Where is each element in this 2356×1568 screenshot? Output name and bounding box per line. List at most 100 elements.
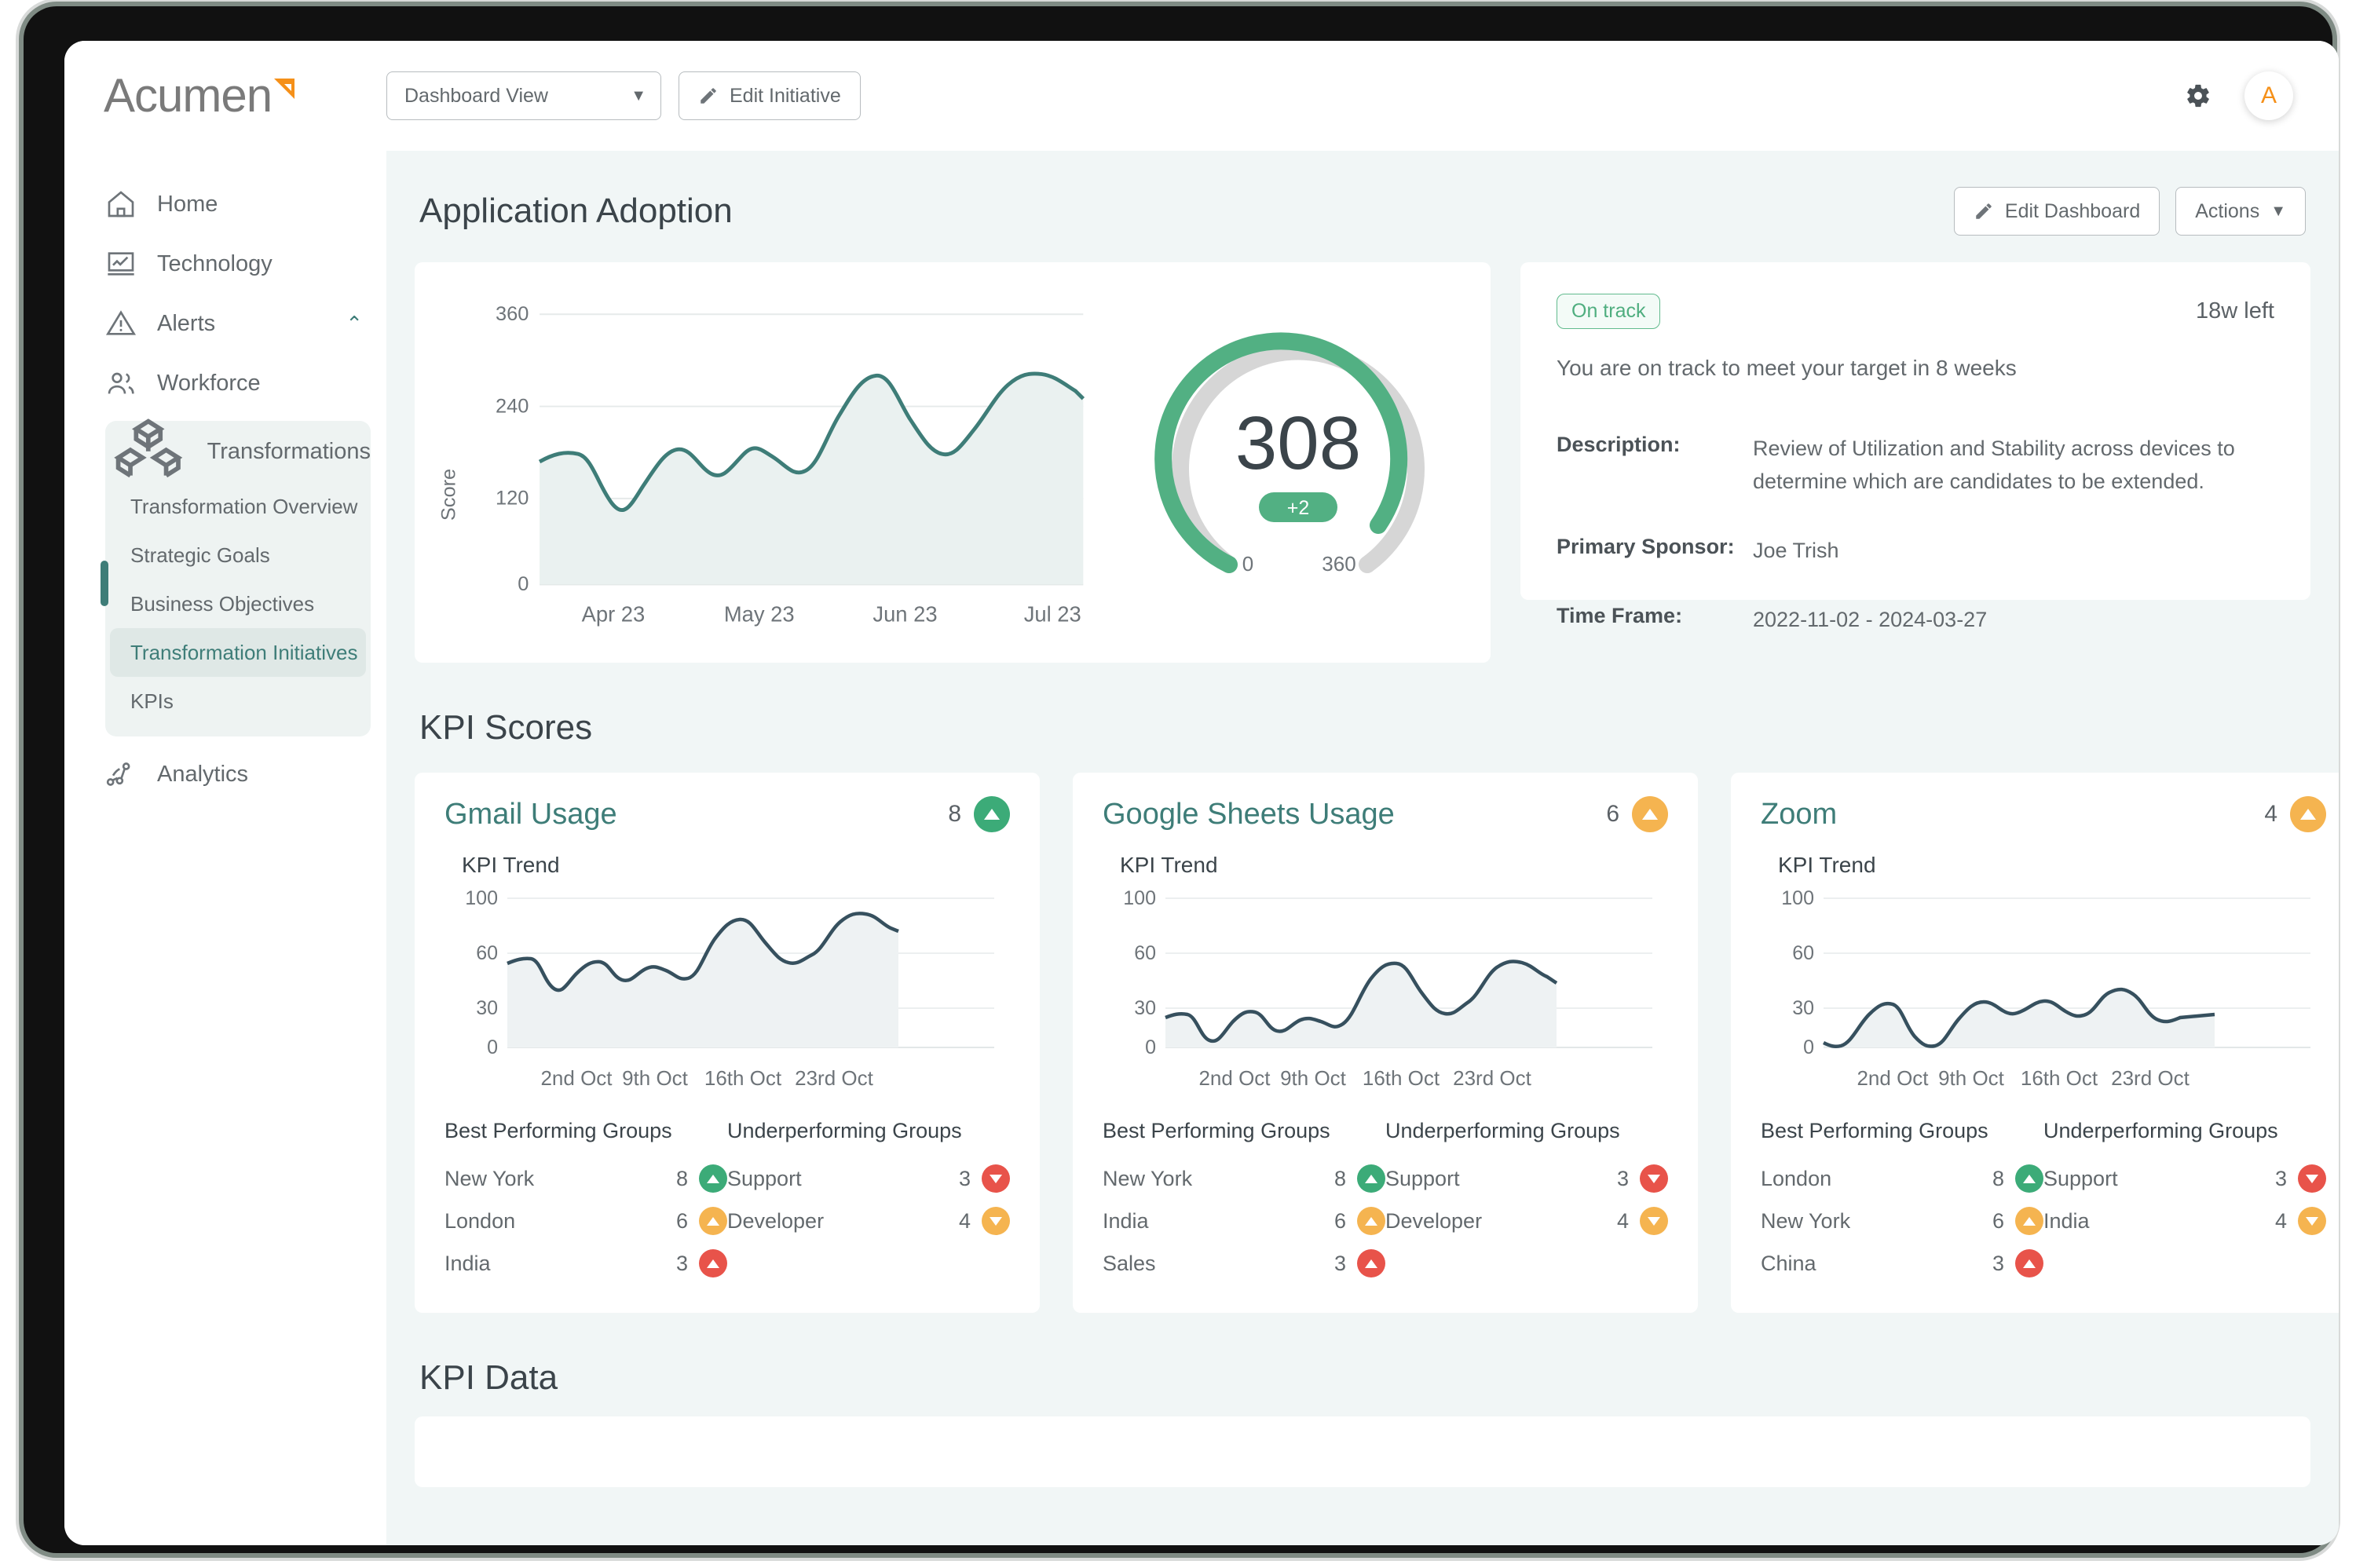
list-item: India 4 bbox=[2043, 1200, 2326, 1242]
trend-up-icon bbox=[699, 1164, 727, 1193]
field-value: Joe Trish bbox=[1753, 538, 1839, 562]
avatar-initial: A bbox=[2260, 82, 2277, 108]
actions-button[interactable]: Actions ▼ bbox=[2175, 187, 2306, 236]
sidebar-item-transformation-initiatives[interactable]: Transformation Initiatives bbox=[110, 628, 366, 677]
sidebar-item-home[interactable]: Home bbox=[64, 174, 386, 234]
cubes-icon bbox=[114, 418, 183, 478]
kpi-card-header: Gmail Usage 8 bbox=[444, 796, 1010, 832]
group-name: Support bbox=[1385, 1166, 1460, 1190]
kpi-trend-label: KPI Trend bbox=[1778, 853, 1876, 877]
gear-icon[interactable] bbox=[2185, 82, 2211, 109]
kpi-cards-row: Gmail Usage 8 KPI Trend 100 60 30 0 2nd … bbox=[415, 773, 2339, 1313]
network-nodes-icon bbox=[106, 762, 130, 786]
kpi-title[interactable]: Zoom bbox=[1761, 798, 1837, 832]
sidebar-item-analytics[interactable]: Analytics bbox=[64, 744, 386, 804]
group-value: 3 bbox=[1616, 1166, 1629, 1190]
sidebar-item-workforce[interactable]: Workforce bbox=[64, 353, 386, 413]
trend-down-icon bbox=[982, 1207, 1010, 1235]
kpi-score-value: 4 bbox=[2264, 801, 2277, 827]
brand-logo[interactable]: Acumen bbox=[64, 72, 386, 119]
status-badge: On track bbox=[1557, 294, 1661, 329]
trend-up-icon bbox=[1357, 1164, 1385, 1193]
sidebar-subitem-label: Transformation Overview bbox=[130, 494, 358, 518]
under-groups-header: Underperforming Groups bbox=[1385, 1119, 1620, 1142]
avatar[interactable]: A bbox=[2244, 71, 2293, 120]
svg-text:Apr 23: Apr 23 bbox=[582, 601, 646, 626]
list-item: Sales 3 bbox=[1103, 1242, 1385, 1285]
svg-text:120: 120 bbox=[496, 488, 529, 510]
svg-text:23rd Oct: 23rd Oct bbox=[795, 1066, 873, 1090]
sidebar-item-kpis[interactable]: KPIs bbox=[110, 677, 366, 726]
app-body: Home Technology Alerts ⌃ Workforce Trans… bbox=[64, 151, 2339, 1545]
sidebar-item-label: Workforce bbox=[157, 370, 261, 396]
underperforming-groups: Underperforming Groups Support 3 Develop… bbox=[727, 1119, 1010, 1285]
sidebar-item-technology[interactable]: Technology bbox=[64, 234, 386, 294]
svg-text:360: 360 bbox=[496, 303, 529, 325]
group-name: Developer bbox=[1385, 1208, 1483, 1233]
chevron-down-icon: ▼ bbox=[2270, 202, 2286, 220]
kpi-card-gmail-usage[interactable]: Gmail Usage 8 KPI Trend 100 60 30 0 2nd … bbox=[415, 773, 1040, 1313]
dashboard-actions: Edit Dashboard Actions ▼ bbox=[1953, 187, 2306, 236]
group-name: New York bbox=[444, 1166, 535, 1190]
edit-initiative-button[interactable]: Edit Initiative bbox=[679, 71, 861, 120]
kpi-data-card bbox=[415, 1416, 2310, 1487]
sidebar-item-alerts[interactable]: Alerts ⌃ bbox=[64, 294, 386, 353]
group-name: Sales bbox=[1103, 1251, 1156, 1275]
field-value: Review of Utilization and Stability acro… bbox=[1753, 437, 2235, 493]
svg-text:2nd Oct: 2nd Oct bbox=[540, 1066, 613, 1090]
list-item: London 6 bbox=[444, 1200, 727, 1242]
group-value: 6 bbox=[1333, 1208, 1346, 1233]
svg-text:100: 100 bbox=[1123, 887, 1156, 909]
group-value: 3 bbox=[675, 1251, 688, 1275]
svg-text:60: 60 bbox=[476, 942, 498, 964]
view-select[interactable]: Dashboard View ▼ bbox=[386, 71, 661, 120]
sidebar-group-label: Transformations bbox=[207, 438, 371, 464]
trend-down-icon bbox=[1640, 1207, 1668, 1235]
home-icon bbox=[108, 191, 134, 217]
edit-dashboard-button[interactable]: Edit Dashboard bbox=[1953, 187, 2160, 236]
overview-row: Score 360 240 120 0 Apr 23 May 23 Jun 23… bbox=[415, 262, 2310, 663]
sidebar-item-strategic-goals[interactable]: Strategic Goals bbox=[110, 531, 366, 579]
sidebar-item-business-objectives[interactable]: Business Objectives bbox=[110, 579, 366, 628]
under-groups-header: Underperforming Groups bbox=[2043, 1119, 2278, 1142]
kpi-groups: Best Performing Groups New York 8 India … bbox=[1103, 1119, 1668, 1285]
sidebar-group-header[interactable]: Transformations bbox=[105, 418, 371, 482]
kpi-card-zoom[interactable]: Zoom 4 KPI Trend 100 60 30 0 2nd Oct 9th… bbox=[1731, 773, 2339, 1313]
svg-text:30: 30 bbox=[1792, 997, 1814, 1019]
adoption-gauge-wrap: 308 +2 0 360 bbox=[1129, 280, 1467, 645]
laptop-device: Acumen Dashboard View ▼ Edit Initiative bbox=[0, 0, 2356, 1568]
trend-up-icon bbox=[974, 796, 1010, 832]
trend-down-icon bbox=[2298, 1164, 2326, 1193]
group-name: Support bbox=[2043, 1166, 2118, 1190]
trend-up-icon bbox=[1632, 796, 1668, 832]
trend-up-icon bbox=[1357, 1207, 1385, 1235]
group-name: New York bbox=[1761, 1208, 1851, 1233]
adoption-trend-card: Score 360 240 120 0 Apr 23 May 23 Jun 23… bbox=[415, 262, 1491, 663]
svg-text:16th Oct: 16th Oct bbox=[1363, 1066, 1440, 1090]
chevron-up-icon[interactable]: ⌃ bbox=[346, 312, 363, 336]
pencil-icon bbox=[701, 88, 716, 104]
top-bar: Acumen Dashboard View ▼ Edit Initiative bbox=[64, 41, 2339, 151]
group-name: India bbox=[444, 1251, 491, 1275]
svg-text:60: 60 bbox=[1134, 942, 1156, 964]
svg-text:30: 30 bbox=[1134, 997, 1156, 1019]
initiative-field-timeframe: Time Frame: 2022-11-02 - 2024-03-27 bbox=[1557, 604, 2274, 637]
sidebar: Home Technology Alerts ⌃ Workforce Trans… bbox=[64, 151, 386, 1545]
gauge-min-label: 0 bbox=[1242, 552, 1253, 576]
svg-text:16th Oct: 16th Oct bbox=[704, 1066, 782, 1090]
trend-up-icon bbox=[1357, 1249, 1385, 1277]
kpi-title[interactable]: Gmail Usage bbox=[444, 798, 617, 832]
best-groups-header: Best Performing Groups bbox=[444, 1119, 672, 1142]
svg-text:Jul 23: Jul 23 bbox=[1024, 601, 1081, 626]
kpi-score-value: 6 bbox=[1606, 801, 1619, 827]
kpi-card-google-sheets-usage[interactable]: Google Sheets Usage 6 KPI Trend 100 60 3… bbox=[1073, 773, 1698, 1313]
trend-up-icon bbox=[2015, 1207, 2043, 1235]
trend-up-icon bbox=[2015, 1249, 2043, 1277]
kpi-groups: Best Performing Groups New York 8 London… bbox=[444, 1119, 1010, 1285]
list-item: New York 8 bbox=[1103, 1157, 1385, 1200]
kpi-groups: Best Performing Groups London 8 New York… bbox=[1761, 1119, 2326, 1285]
list-item: New York 8 bbox=[444, 1157, 727, 1200]
kpi-title[interactable]: Google Sheets Usage bbox=[1103, 798, 1395, 832]
group-value: 3 bbox=[1992, 1251, 2004, 1275]
kpi-trend-label: KPI Trend bbox=[1120, 853, 1218, 877]
